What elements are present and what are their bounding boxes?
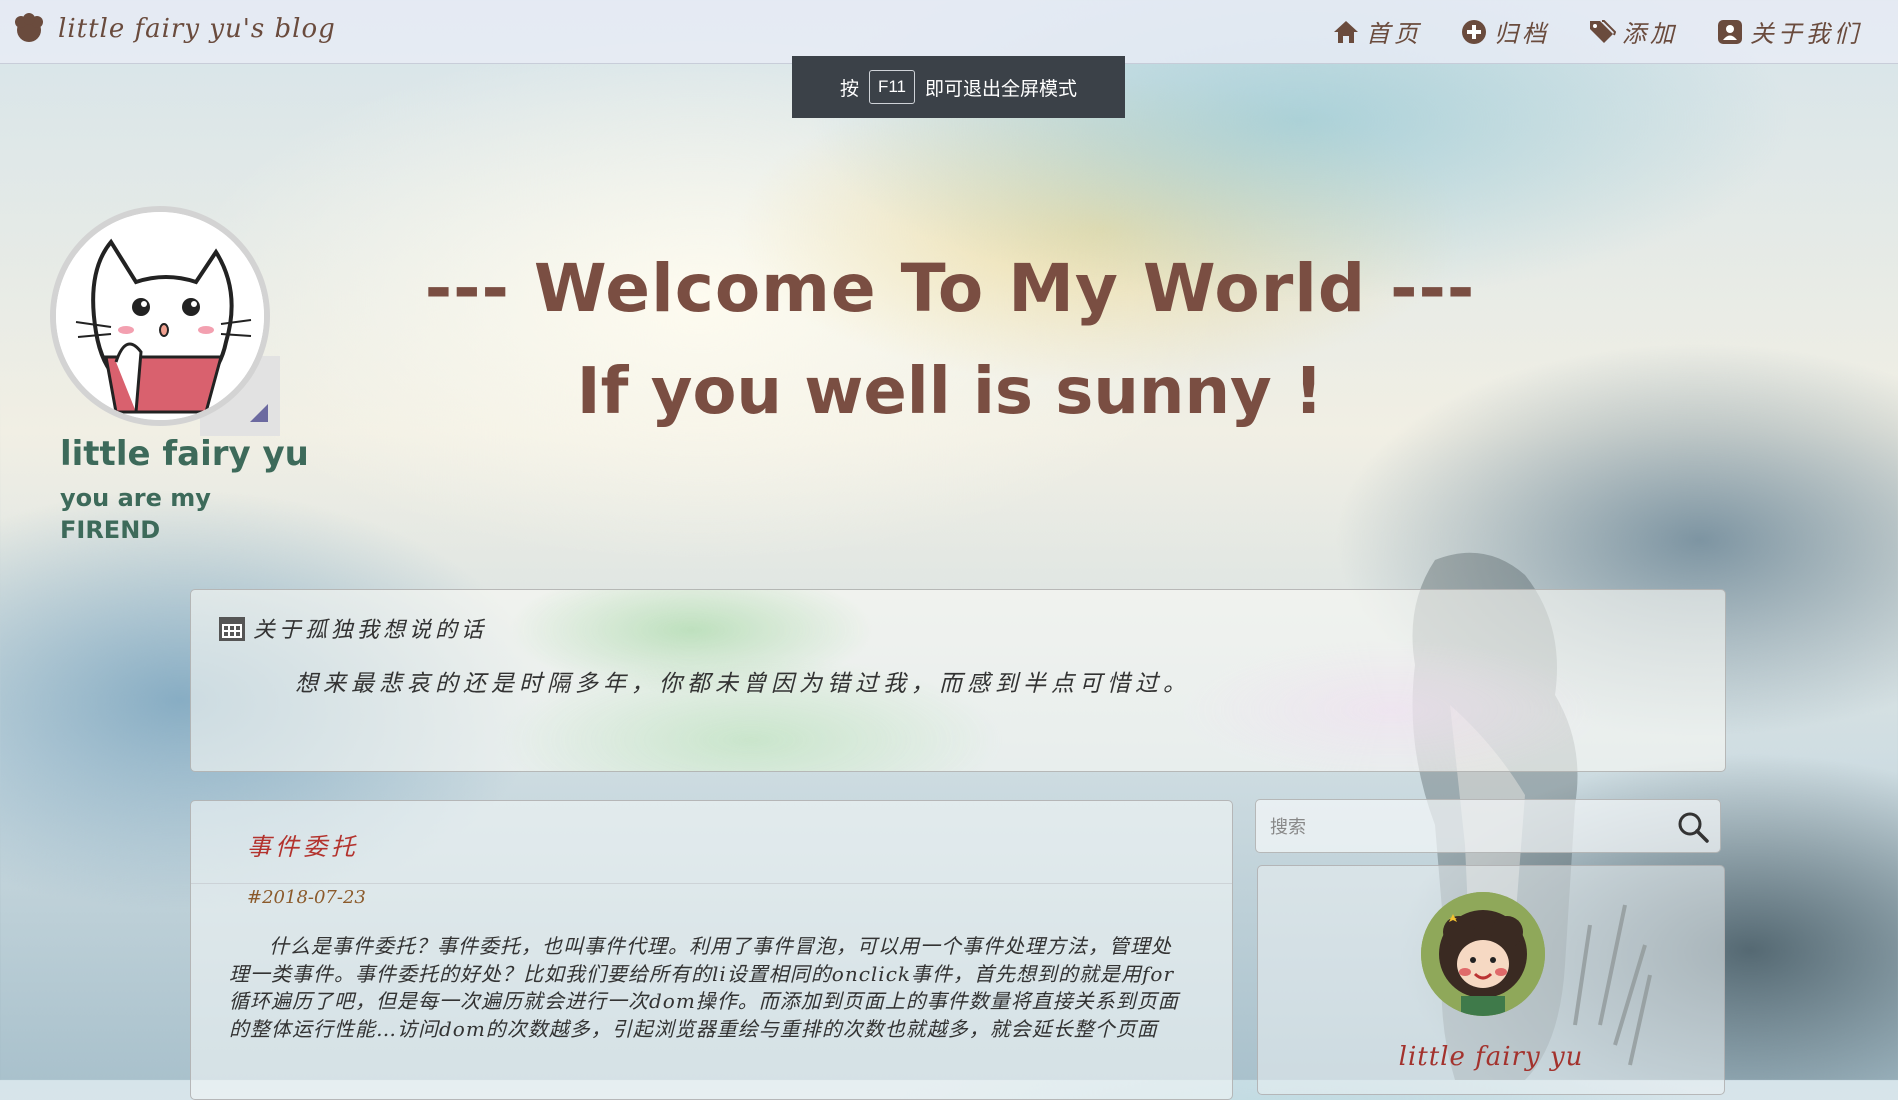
nav-home-label: 首页 [1366, 20, 1422, 48]
girl-avatar-image [1421, 892, 1545, 1016]
toast-prefix: 按 [839, 78, 859, 100]
top-navbar: little fairy yu's blog 首页 归档 添加 关于我们 [0, 0, 1898, 64]
about-title: 关于孤独我想说的话 [253, 618, 488, 643]
resize-arrow-icon [250, 404, 268, 422]
brand[interactable]: little fairy yu's blog [12, 12, 336, 46]
hero-subtitle: If you well is sunny ! [576, 355, 1324, 429]
hero-welcome: --- Welcome To My World --- [424, 250, 1476, 327]
search-box [1255, 799, 1721, 853]
sidebar-avatar[interactable] [1421, 892, 1545, 1016]
nav-add-label: 添加 [1622, 20, 1678, 48]
nav-about-label: 关于我们 [1750, 20, 1862, 48]
plus-circle-icon [1462, 19, 1486, 44]
nav-home[interactable]: 首页 [1332, 14, 1422, 49]
post-excerpt: 什么是事件委托？事件委托，也叫事件代理。利用了事件冒泡，可以用一个事件处理方法，… [229, 934, 1179, 1041]
search-icon[interactable] [1676, 810, 1710, 844]
profile-avatar[interactable] [50, 206, 280, 436]
calendar-icon [219, 617, 245, 641]
post-date: #2018-07-23 [247, 887, 366, 908]
divider [191, 883, 1232, 884]
nav-archive-label: 归档 [1494, 20, 1550, 48]
post-title[interactable]: 事件委托 [247, 827, 359, 862]
nav-archive[interactable]: 归档 [1460, 14, 1550, 49]
fullscreen-toast: 按 F11 即可退出全屏模式 [792, 56, 1125, 118]
about-panel: 关于孤独我想说的话 想来最悲哀的还是时隔多年，你都未曾因为错过我，而感到半点可惜… [190, 589, 1726, 772]
post-card: 事件委托 #2018-07-23 什么是事件委托？事件委托，也叫事件代理。利用了… [190, 800, 1233, 1100]
toast-key: F11 [868, 70, 916, 104]
search-input[interactable] [1268, 810, 1672, 844]
tags-icon [1590, 19, 1616, 43]
profile-motto: you are my FIREND [60, 484, 211, 544]
about-text: 想来最悲哀的还是时隔多年，你都未曾因为错过我，而感到半点可惜过。 [295, 671, 1191, 697]
sidebar-profile-card: little fairy yu [1257, 865, 1725, 1095]
brand-title: little fairy yu's blog [58, 14, 336, 44]
user-card-icon [1718, 19, 1742, 44]
nav-about[interactable]: 关于我们 [1716, 14, 1862, 49]
toast-suffix: 即可退出全屏模式 [925, 78, 1078, 100]
home-icon [1334, 20, 1358, 43]
about-header: 关于孤独我想说的话 [217, 612, 487, 644]
main-nav: 首页 归档 添加 关于我们 [1332, 14, 1862, 49]
profile-name: little fairy yu [60, 434, 309, 474]
logo-icon [15, 13, 43, 42]
sidebar-name: little fairy yu [1398, 1042, 1584, 1072]
nav-add[interactable]: 添加 [1588, 14, 1678, 49]
cat-avatar-image [56, 212, 264, 420]
avatar [50, 206, 270, 426]
